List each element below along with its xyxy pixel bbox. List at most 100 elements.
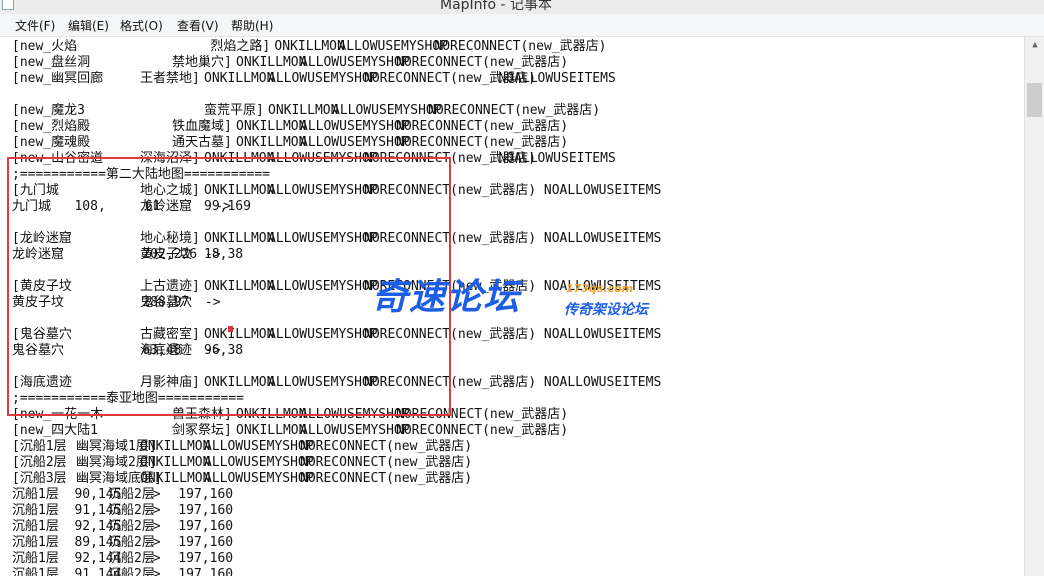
line-text: ONKILLMON xyxy=(236,407,307,422)
scrollbar-thumb[interactable] xyxy=(1027,83,1042,117)
notepad-app-icon[interactable] xyxy=(2,0,14,10)
line-text: 沉船2层 197,160 xyxy=(108,535,234,550)
line-text: 海底遗迹 xyxy=(140,343,193,358)
text-line: 沉船1层 89,145 -> 沉船2层 197,160 xyxy=(12,535,1022,551)
line-text: NORECONNECT(new_武器店) xyxy=(396,55,569,70)
line-text: 古藏密室] xyxy=(140,327,200,342)
text-line: [九门城 地心之城] ONKILLMON ALLOWUSEMYSHOP NORECONN… xyxy=(12,183,1022,199)
line-text: 月影神庙] xyxy=(140,375,200,390)
line-text: ONKILLMON xyxy=(140,471,211,486)
text-line: 沉船1层 90,145 -> 沉船2层 197,160 xyxy=(12,487,1022,503)
line-text: [new_烈焰殿 xyxy=(12,119,91,134)
menu-view[interactable]: 查看(V) xyxy=(177,17,219,34)
line-text: [沉船1层 xyxy=(12,439,67,454)
line-text: ALLOWUSEMYSHOP xyxy=(268,183,378,198)
line-text: 剑冢祭坛] xyxy=(172,423,232,438)
text-line: 黄皮子坟 288,97 -> 鬼谷墓穴 xyxy=(12,295,1022,311)
line-text: ALLOWUSEMYSHOP xyxy=(268,375,378,390)
menu-help[interactable]: 帮助(H) xyxy=(231,17,273,34)
line-text: ALLOWUSEMYSHOP xyxy=(300,423,410,438)
line-text: 王者禁地] xyxy=(140,71,200,86)
line-text: ALLOWUSEMYSHOP xyxy=(300,119,410,134)
line-text: [new_四大陆1 xyxy=(12,423,98,438)
line-text: ALLOWUSEMYSHOP xyxy=(338,39,448,54)
text-line: [沉船2层 幽冥海域2层] ONKILLMON ALLOWUSEMYSHOP NOREC… xyxy=(12,455,1022,471)
line-text: NOALLOWUSEITEMS xyxy=(498,71,616,86)
line-text: 蛮荒平原] xyxy=(204,103,264,118)
menu-format[interactable]: 格式(O) xyxy=(120,17,163,34)
text-editor-area[interactable]: [new_火焰 烈焰之路] ONKILLMON ALLOWUSEMYSHOP NOREC… xyxy=(0,37,1024,576)
line-text: [沉船3层 xyxy=(12,471,67,486)
line-text: 18,38 xyxy=(204,247,244,262)
line-text: 鬼谷墓穴 xyxy=(140,295,193,310)
line-text: NORECONNECT(new_武器店) xyxy=(300,439,473,454)
text-line: [鬼谷墓穴 古藏密室] ONKILLMON ALLOWUSEMYSHOP NORECON… xyxy=(12,327,1022,343)
line-text: NORECONNECT(new_武器店) xyxy=(396,423,569,438)
vertical-scrollbar[interactable]: ▲ xyxy=(1024,37,1044,576)
line-text: ONKILLMON xyxy=(204,279,275,294)
line-text: ONKILLMON xyxy=(236,135,307,150)
line-text: ALLOWUSEMYSHOP xyxy=(300,55,410,70)
text-line: [沉船1层 幽冥海域1层] ONKILLMON ALLOWUSEMYSHOP NOREC… xyxy=(12,439,1022,455)
line-text: [海底遗迹 xyxy=(12,375,72,390)
line-text: 地心之城] xyxy=(140,183,200,198)
close-button[interactable] xyxy=(992,0,1038,10)
line-text: ;===========泰亚地图=========== xyxy=(12,391,245,406)
line-text: ONKILLMON xyxy=(140,439,211,454)
line-text: NORECONNECT(new_武器店) NOALLOWUSEITEMS xyxy=(364,279,662,294)
line-text: 深海沼泽] xyxy=(140,151,200,166)
text-line xyxy=(12,311,1022,327)
menu-edit[interactable]: 编辑(E) xyxy=(68,17,109,34)
line-text: [new_幽冥回廊 xyxy=(12,71,104,86)
line-text: [黄皮子坟 xyxy=(12,279,72,294)
line-text: 九门城 108, 61 -> xyxy=(12,199,232,214)
line-text: NORECONNECT(new_武器店) NOALLOWUSEITEMS xyxy=(364,183,662,198)
line-text: ONKILLMON xyxy=(204,231,275,246)
line-text: [鬼谷墓穴 xyxy=(12,327,72,342)
line-text: 99,169 xyxy=(204,199,251,214)
text-line: [new_幽冥回廊 王者禁地] ONKILLMON ALLOWUSEMYSHOP NOR… xyxy=(12,71,1022,87)
text-line: [new_火焰 烈焰之路] ONKILLMON ALLOWUSEMYSHOP NOREC… xyxy=(12,39,1022,55)
line-text: [new_魔魂殿 xyxy=(12,135,91,150)
line-text: [沉船2层 xyxy=(12,455,67,470)
line-text: ALLOWUSEMYSHOP xyxy=(268,327,378,342)
maximize-button[interactable] xyxy=(946,0,992,10)
line-text: 地心秘境] xyxy=(140,231,200,246)
line-text: 禁地巢穴] xyxy=(172,55,232,70)
text-line: ;===========泰亚地图=========== xyxy=(12,391,1022,407)
line-text: ONKILLMON xyxy=(204,327,275,342)
line-text: NORECONNECT(new_武器店) xyxy=(396,119,569,134)
line-text: ALLOWUSEMYSHOP xyxy=(300,135,410,150)
line-text: 沉船2层 197,160 xyxy=(108,519,234,534)
text-line: [龙岭迷窟 地心秘境] ONKILLMON ALLOWUSEMYSHOP NORECON… xyxy=(12,231,1022,247)
line-text: ONKILLMON xyxy=(268,103,339,118)
line-text: ONKILLMON xyxy=(140,455,211,470)
minimize-button[interactable] xyxy=(900,0,946,10)
text-line: 沉船1层 91,145 -> 沉船2层 197,160 xyxy=(12,503,1022,519)
text-line: 沉船1层 92,145 -> 沉船2层 197,160 xyxy=(12,519,1022,535)
menu-file[interactable]: 文件(F) xyxy=(15,17,55,34)
line-text: ONKILLMON xyxy=(274,39,345,54)
line-text: 沉船2层 197,160 xyxy=(108,567,234,576)
scroll-up-arrow-icon[interactable]: ▲ xyxy=(1025,37,1044,54)
text-line: [new_四大陆1 剑冢祭坛] ONKILLMON ALLOWUSEMYSHOP NOR… xyxy=(12,423,1022,439)
text-line xyxy=(12,87,1022,103)
line-text: NORECONNECT(new_武器店) NOALLOWUSEITEMS xyxy=(364,327,662,342)
line-text: ALLOWUSEMYSHOP xyxy=(300,407,410,422)
text-line: [new_魔龙3 蛮荒平原] ONKILLMON ALLOWUSEMYSHOP NORE… xyxy=(12,103,1022,119)
line-text: 96,38 xyxy=(204,343,244,358)
line-text: ALLOWUSEMYSHOP xyxy=(268,279,378,294)
line-text: [new_一花一木 xyxy=(12,407,104,422)
text-line xyxy=(12,359,1022,375)
menu-bar: 文件(F) 编辑(E) 格式(O) 查看(V) 帮助(H) xyxy=(0,14,1044,37)
text-line: [new_魔魂殿 通天古墓] ONKILLMON ALLOWUSEMYSHOP NORE… xyxy=(12,135,1022,151)
line-text: ALLOWUSEMYSHOP xyxy=(332,103,442,118)
line-text: NORECONNECT(new_武器店) xyxy=(428,103,601,118)
line-text: [九门城 xyxy=(12,183,59,198)
line-text: [龙岭迷窟 xyxy=(12,231,72,246)
line-text: ONKILLMON xyxy=(236,55,307,70)
line-text: 烈焰之路] xyxy=(210,39,271,54)
line-text: ALLOWUSEMYSHOP xyxy=(268,71,378,86)
text-line: [new_盘丝洞 禁地巢穴] ONKILLMON ALLOWUSEMYSHOP NORE… xyxy=(12,55,1022,71)
line-text: 黄皮子坟 xyxy=(140,247,193,262)
